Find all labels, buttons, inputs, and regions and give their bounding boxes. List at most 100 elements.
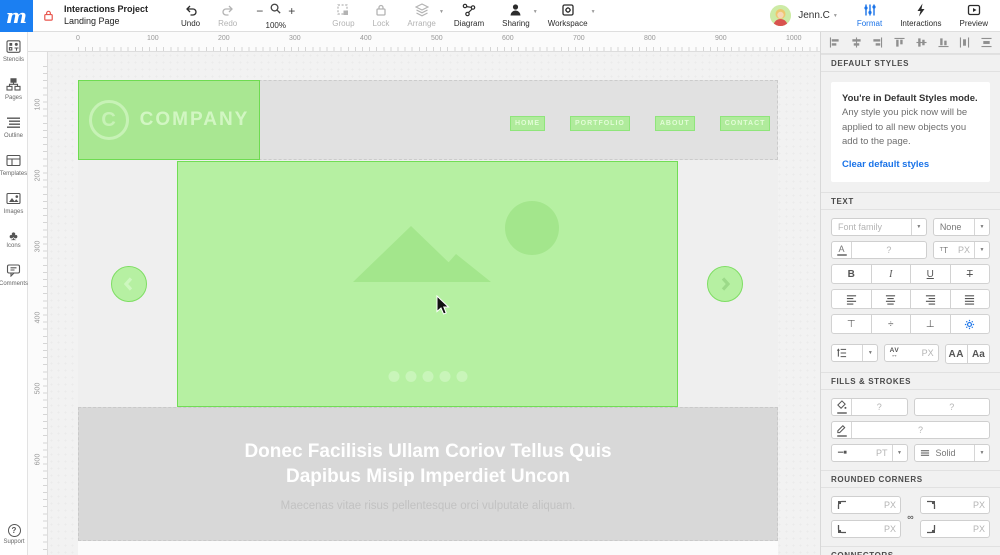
- zoom-level[interactable]: 100%: [266, 21, 286, 30]
- company-logo-icon: C: [88, 100, 129, 140]
- undo-button[interactable]: Undo: [172, 3, 209, 28]
- stroke-width-input[interactable]: PT ▼: [831, 444, 908, 463]
- ruler-label: 200: [34, 169, 41, 182]
- clear-default-styles-link[interactable]: Clear default styles: [842, 158, 929, 172]
- project-lock-icon[interactable]: [42, 9, 55, 22]
- section-fills-strokes: FILLS & STROKES: [821, 372, 1000, 391]
- font-color-icon: A: [832, 242, 852, 259]
- alignment-toolbar: [821, 32, 1000, 54]
- carousel-dot[interactable]: [456, 371, 467, 382]
- wireframe-image-carousel[interactable]: [177, 161, 678, 407]
- sidebar-item-templates[interactable]: Templates: [0, 146, 27, 184]
- link-corners-icon[interactable]: ∞: [904, 512, 917, 522]
- ruler-label: 600: [34, 453, 41, 466]
- align-middle-vertical-icon[interactable]: [916, 37, 927, 48]
- vertical-align-top-button[interactable]: ⊤: [831, 314, 872, 335]
- stencils-icon: [6, 40, 21, 55]
- chevron-down-icon: ▼: [974, 219, 989, 236]
- sidebar-item-stencils[interactable]: Stencils: [0, 32, 27, 70]
- company-name: COMPANY: [139, 109, 250, 130]
- carousel-dot[interactable]: [439, 371, 450, 382]
- corner-bottom-left-input[interactable]: PX: [831, 520, 901, 539]
- align-bottom-icon[interactable]: [937, 37, 949, 48]
- align-left-icon[interactable]: [829, 37, 840, 48]
- bold-button[interactable]: B: [831, 264, 872, 285]
- distribute-vertical-icon[interactable]: [981, 37, 992, 48]
- ruler-label: 0: [76, 35, 80, 42]
- capitalize-button[interactable]: Aa: [966, 344, 990, 365]
- align-text-right-button[interactable]: [910, 289, 951, 310]
- left-sidebar: Stencils Pages Outline Templates Images …: [0, 32, 28, 555]
- align-text-center-button[interactable]: [870, 289, 911, 310]
- vertical-align-bottom-button[interactable]: ⊥: [910, 314, 951, 335]
- templates-icon: [6, 154, 21, 169]
- ruler-label: 900: [715, 35, 727, 42]
- arrange-button[interactable]: ▼ Arrange: [398, 3, 444, 28]
- fill-opacity-input[interactable]: ?: [913, 398, 990, 417]
- sidebar-item-icons[interactable]: ♣ Icons: [0, 222, 27, 256]
- format-button[interactable]: Format: [848, 3, 891, 28]
- app-logo[interactable]: m: [0, 0, 33, 32]
- justify-text-button[interactable]: [949, 289, 990, 310]
- group-button[interactable]: Group: [323, 3, 363, 28]
- carousel-prev-button[interactable]: [111, 266, 147, 302]
- nav-item[interactable]: PORTFOLIO: [570, 116, 630, 131]
- chevron-down-icon: ▼: [891, 445, 907, 462]
- wireframe-text-block[interactable]: Donec Facilisis Ullam Coriov Tellus Quis…: [78, 407, 778, 541]
- text-settings-button[interactable]: [949, 314, 990, 335]
- align-right-icon[interactable]: [872, 37, 883, 48]
- font-size-input[interactable]: ᵀT PX ▼: [932, 241, 990, 260]
- comments-icon: [6, 264, 21, 279]
- interactions-button[interactable]: Interactions: [891, 3, 950, 28]
- nav-item[interactable]: ABOUT: [654, 116, 695, 131]
- corner-bottom-right-input[interactable]: PX: [920, 520, 990, 539]
- carousel-dot[interactable]: [422, 371, 433, 382]
- sidebar-item-pages[interactable]: Pages: [0, 70, 27, 108]
- stroke-style-select[interactable]: Solid ▼: [913, 444, 990, 463]
- nav-item[interactable]: CONTACT: [719, 116, 771, 131]
- stroke-color-input[interactable]: ?: [831, 421, 990, 440]
- design-canvas[interactable]: C COMPANY HOME PORTFOLIO ABOUT CONTACT Done…: [48, 52, 820, 555]
- magnifier-icon: [269, 2, 282, 20]
- italic-button[interactable]: I: [870, 264, 911, 285]
- user-avatar[interactable]: [770, 5, 792, 26]
- zoom-in-button[interactable]: +: [288, 5, 295, 17]
- corner-top-left-input[interactable]: PX: [831, 496, 901, 515]
- fill-color-input[interactable]: ?: [831, 398, 908, 417]
- images-icon: [6, 192, 21, 207]
- align-center-horizontal-icon[interactable]: [851, 37, 862, 48]
- font-color-input[interactable]: A ?: [831, 241, 927, 260]
- carousel-dot[interactable]: [388, 371, 399, 382]
- strikethrough-button[interactable]: T: [949, 264, 990, 285]
- wireframe-heading-line2: Dapibus Misip Imperdiet Uncon: [286, 466, 570, 487]
- user-name[interactable]: Jenn.C: [798, 10, 830, 21]
- distribute-horizontal-icon[interactable]: [959, 37, 970, 48]
- nav-item[interactable]: HOME: [510, 116, 545, 131]
- wireframe-logo-block[interactable]: C COMPANY: [78, 80, 260, 160]
- workspace-button[interactable]: ▼ Workspace: [539, 3, 597, 28]
- uppercase-button[interactable]: AA: [944, 344, 968, 365]
- sidebar-item-comments[interactable]: Comments: [0, 256, 28, 294]
- align-top-icon[interactable]: [894, 37, 905, 48]
- corner-top-right-input[interactable]: PX: [920, 496, 990, 515]
- carousel-dot[interactable]: [405, 371, 416, 382]
- zoom-out-button[interactable]: −: [256, 5, 263, 17]
- lock-button[interactable]: Lock: [364, 3, 399, 28]
- redo-button[interactable]: Redo: [209, 3, 246, 28]
- letter-spacing-input[interactable]: AV ↔ PX: [884, 344, 939, 363]
- underline-button[interactable]: U: [910, 264, 951, 285]
- sidebar-item-support[interactable]: ? Support: [0, 516, 28, 552]
- line-height-select[interactable]: ▼: [831, 344, 879, 363]
- font-family-select[interactable]: Font family ▼: [831, 218, 927, 237]
- vertical-align-middle-button[interactable]: ÷: [870, 314, 911, 335]
- pencil-icon: [832, 422, 852, 439]
- preview-button[interactable]: Preview: [951, 3, 1000, 28]
- text-controls: Font family ▼ None ▼ A ? ᵀT PX ▼ B I U T: [821, 210, 1000, 372]
- sidebar-item-images[interactable]: Images: [0, 184, 27, 222]
- align-text-left-button[interactable]: [831, 289, 872, 310]
- sidebar-item-outline[interactable]: Outline: [0, 108, 27, 146]
- text-style-select[interactable]: None ▼: [932, 218, 990, 237]
- carousel-next-button[interactable]: [707, 266, 743, 302]
- diagram-button[interactable]: Diagram: [445, 3, 493, 28]
- sharing-button[interactable]: ▼ Sharing: [493, 3, 539, 28]
